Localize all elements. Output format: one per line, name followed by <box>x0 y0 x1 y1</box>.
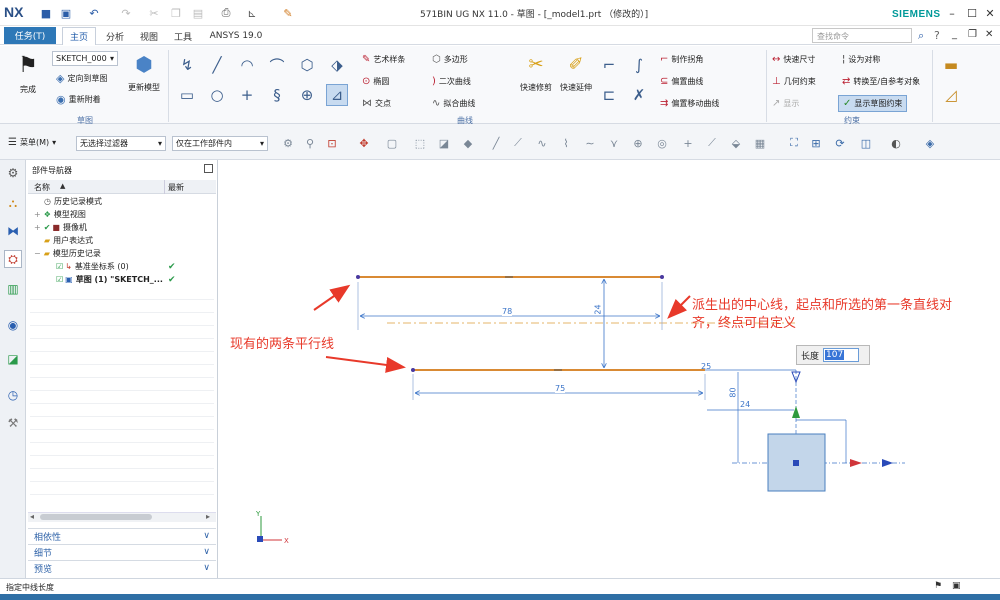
annotation-arrow-bottom <box>325 356 406 373</box>
dimension-text-24b[interactable]: 24 <box>740 400 750 409</box>
status-prompt: 指定中线长度 <box>6 583 54 592</box>
length-input-box[interactable]: 长度 107 <box>796 345 870 365</box>
fullscreen-icon[interactable]: ▣ <box>952 581 961 591</box>
annotation-text-right-line1: 派生出的中心线，起点和所选的第一条直线对 <box>692 298 953 313</box>
status-bar: 指定中线长度 <box>0 578 1000 594</box>
dimension-text-75[interactable]: 75 <box>555 384 566 393</box>
annotation-text-right-line2: 齐，终点可自定义 <box>692 316 797 331</box>
annotation-arrow-right <box>667 295 691 319</box>
length-field[interactable]: 107 <box>823 348 860 362</box>
dimension-text-24[interactable]: 24 <box>594 304 603 314</box>
length-label: 长度 <box>801 351 820 362</box>
wcs-origin <box>257 536 263 542</box>
wcs-y-label: Y <box>255 510 261 518</box>
csys-x2-arrow <box>882 459 893 467</box>
wcs-x-label: X <box>284 537 289 545</box>
line-endpoint[interactable] <box>660 275 664 279</box>
annotation-text-left: 现有的两条平行线 <box>230 337 335 352</box>
annotation-arrow-top <box>313 284 351 311</box>
line-endpoint[interactable] <box>411 368 415 372</box>
length-value[interactable]: 107 <box>825 350 845 360</box>
csys-x-arrow <box>850 459 862 467</box>
dimension-text-80[interactable]: 80 <box>729 387 738 397</box>
flag-icon[interactable]: ⚑ <box>934 581 942 591</box>
line-endpoint[interactable] <box>356 275 360 279</box>
csys-origin <box>793 460 799 466</box>
bottom-strip <box>0 594 1000 600</box>
dimension-text-78[interactable]: 78 <box>502 307 513 316</box>
csys-y-arrow <box>792 406 800 418</box>
dimension-text-25[interactable]: 25 <box>701 362 711 371</box>
